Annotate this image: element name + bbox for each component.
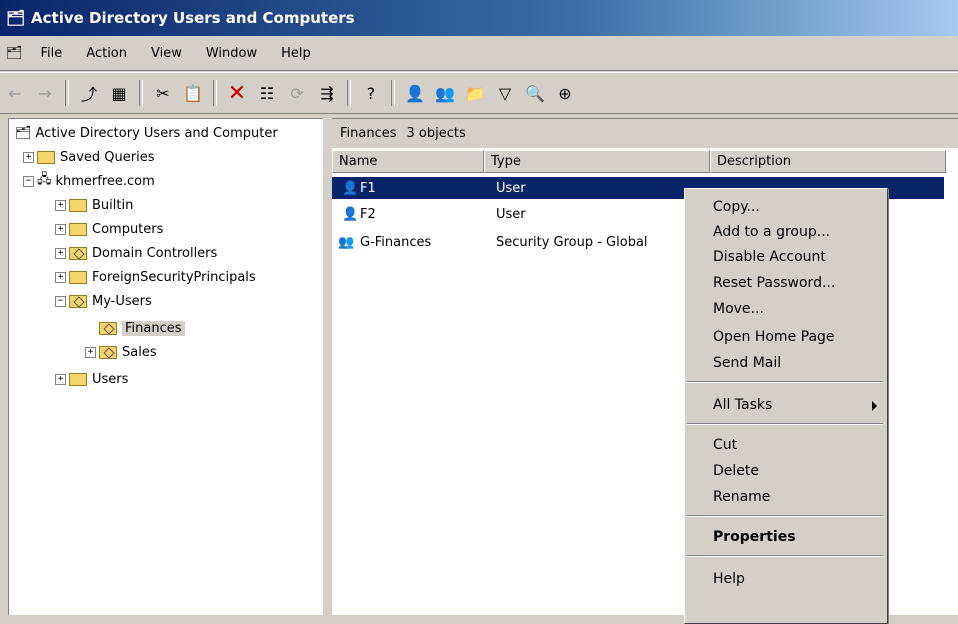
- tree-item-saved-queries[interactable]: + Saved Queries: [23, 146, 155, 168]
- tree-pane[interactable]: 🗂 Active Directory Users and Computer + …: [8, 118, 323, 615]
- folder-icon: [69, 222, 87, 236]
- menu-item-move[interactable]: Move...: [713, 297, 764, 321]
- menu-separator: [687, 423, 883, 425]
- cut-icon[interactable]: ✂: [151, 81, 175, 105]
- collapse-toggle-icon[interactable]: −: [55, 295, 66, 307]
- tree-item-domain[interactable]: − 🖧 khmerfree.com: [23, 170, 155, 192]
- menu-item-add-to-group[interactable]: Add to a group...: [713, 220, 830, 244]
- expand-toggle-icon[interactable]: +: [55, 373, 66, 385]
- menu-item-properties[interactable]: Properties: [713, 525, 796, 549]
- context-menu: Copy... Add to a group... Disable Accoun…: [684, 188, 888, 624]
- tree-item-finances[interactable]: Finances: [99, 317, 185, 339]
- pane-splitter[interactable]: [324, 118, 332, 614]
- column-header-description[interactable]: Description: [710, 150, 946, 173]
- domain-icon: 🖧: [37, 172, 52, 187]
- folder-icon: [69, 270, 87, 284]
- snapin-icon: 🗂: [6, 9, 26, 27]
- user-icon: 👤: [342, 206, 359, 222]
- back-arrow-icon[interactable]: ←: [3, 81, 27, 105]
- up-folder-icon[interactable]: ⤴: [77, 81, 101, 105]
- toolbar-separator: [213, 80, 217, 106]
- menu-separator: [687, 555, 883, 557]
- menu-item-copy[interactable]: Copy...: [713, 195, 760, 219]
- folder-icon: [37, 150, 55, 164]
- expand-toggle-icon[interactable]: +: [55, 247, 66, 259]
- export-list-icon[interactable]: ⇶: [315, 81, 339, 105]
- ou-icon: [69, 246, 87, 260]
- toolbar-separator: [139, 80, 143, 106]
- tree-item-computers[interactable]: + Computers: [55, 218, 163, 240]
- toolbar: ← → ⤴ ▦ ✂ 📋 ✕ ☷ ⟳ ⇶ ? 👤 👥 📁 ▽ 🔍 ⊕: [0, 72, 958, 114]
- container-name: Finances: [340, 126, 397, 141]
- submenu-arrow-icon: [872, 401, 877, 411]
- expand-toggle-icon[interactable]: +: [55, 271, 66, 283]
- menu-item-send-mail[interactable]: Send Mail: [713, 351, 781, 375]
- refresh-icon[interactable]: ⟳: [285, 81, 309, 105]
- title-bar: 🗂 Active Directory Users and Computers: [0, 0, 958, 36]
- object-count: 3 objects: [406, 126, 466, 141]
- menu-separator: [687, 515, 883, 517]
- folder-icon: [69, 198, 87, 212]
- expand-toggle-icon[interactable]: +: [23, 151, 34, 163]
- column-header-type[interactable]: Type: [484, 150, 710, 173]
- tree-item-builtin[interactable]: + Builtin: [55, 194, 133, 216]
- expand-toggle-icon[interactable]: +: [55, 223, 66, 235]
- ou-icon: [99, 345, 117, 359]
- group-icon: 👥: [338, 234, 355, 250]
- show-hide-tree-icon[interactable]: ▦: [107, 81, 131, 105]
- menu-separator: [687, 381, 883, 383]
- new-ou-icon[interactable]: 📁: [463, 81, 487, 105]
- delete-icon[interactable]: ✕: [225, 81, 249, 106]
- menu-item-open-home-page[interactable]: Open Home Page: [713, 325, 835, 349]
- folder-icon: [69, 372, 87, 386]
- menu-window[interactable]: Window: [206, 46, 257, 61]
- menu-view[interactable]: View: [151, 46, 182, 61]
- column-headers: Name Type Description: [332, 150, 946, 173]
- menu-help[interactable]: Help: [281, 46, 311, 61]
- ou-icon: [99, 321, 117, 335]
- menu-item-rename[interactable]: Rename: [713, 485, 770, 509]
- properties-icon[interactable]: ☷: [255, 81, 279, 105]
- details-header: Finances 3 objects: [332, 119, 958, 148]
- toolbar-separator: [65, 80, 69, 106]
- tree-root[interactable]: 🗂 Active Directory Users and Computer: [15, 122, 278, 144]
- menu-item-help[interactable]: Help: [713, 567, 745, 591]
- menu-item-delete[interactable]: Delete: [713, 459, 759, 483]
- tree-item-foreign-security-principals[interactable]: + ForeignSecurityPrincipals: [55, 266, 256, 288]
- toolbar-separator: [391, 80, 395, 106]
- paste-icon[interactable]: 📋: [181, 81, 205, 105]
- menu-item-cut[interactable]: Cut: [713, 433, 737, 457]
- console-icon[interactable]: 🗂: [6, 46, 23, 61]
- expand-toggle-icon[interactable]: +: [85, 346, 96, 358]
- column-header-name[interactable]: Name: [332, 150, 484, 173]
- tree-item-my-users[interactable]: − My-Users: [55, 290, 152, 312]
- forward-arrow-icon[interactable]: →: [33, 81, 57, 105]
- add-to-group-icon[interactable]: ⊕: [553, 81, 577, 105]
- find-icon[interactable]: 🔍: [523, 81, 547, 105]
- menu-action[interactable]: Action: [86, 46, 127, 61]
- menu-bar: 🗂 File Action View Window Help: [0, 36, 958, 71]
- menu-item-disable-account[interactable]: Disable Account: [713, 245, 826, 269]
- tree-item-domain-controllers[interactable]: + Domain Controllers: [55, 242, 217, 264]
- expand-toggle-icon[interactable]: +: [55, 199, 66, 211]
- ou-icon: [69, 294, 87, 308]
- window-title: Active Directory Users and Computers: [31, 9, 355, 27]
- filter-icon[interactable]: ▽: [493, 81, 517, 105]
- help-icon[interactable]: ?: [359, 81, 383, 105]
- menu-item-reset-password[interactable]: Reset Password...: [713, 271, 835, 295]
- menu-file[interactable]: File: [41, 46, 63, 61]
- snapin-icon: 🗂: [15, 125, 32, 141]
- menu-item-all-tasks[interactable]: All Tasks: [713, 393, 772, 417]
- user-icon: 👤: [342, 180, 359, 196]
- new-user-icon[interactable]: 👤: [403, 81, 427, 105]
- toolbar-separator: [347, 80, 351, 106]
- new-group-icon[interactable]: 👥: [433, 81, 457, 105]
- collapse-toggle-icon[interactable]: −: [23, 175, 34, 187]
- tree-item-users[interactable]: + Users: [55, 368, 128, 390]
- tree-item-sales[interactable]: + Sales: [85, 341, 157, 363]
